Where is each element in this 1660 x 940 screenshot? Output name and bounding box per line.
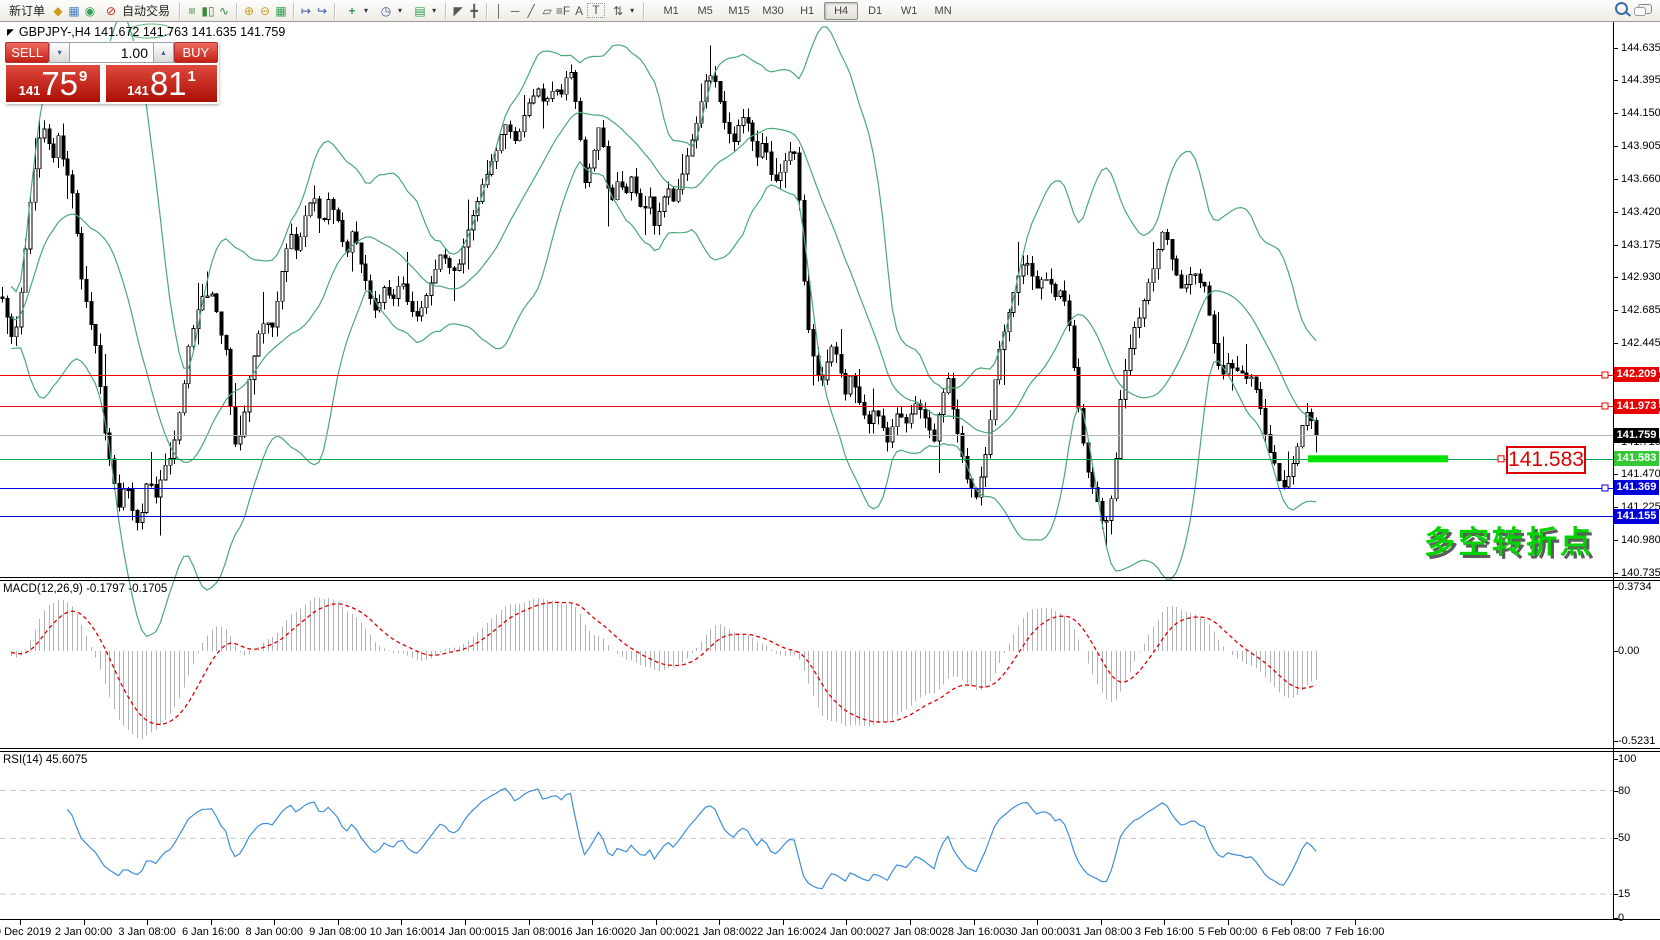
cursor-tool-icon[interactable]: ◤	[450, 3, 466, 19]
templates-button[interactable]: ▤ ▾	[407, 2, 441, 20]
volume-input[interactable]	[70, 42, 153, 63]
tab-timeframe-w1[interactable]: W1	[892, 2, 926, 20]
buy-price-display[interactable]: 141 81 1	[105, 64, 218, 103]
chart-symbol-title: ◤ GBPJPY-,H4 141.672 141.763 141.635 141…	[7, 25, 285, 39]
new-order-label: 新订单	[9, 2, 45, 19]
turning-point-annotation[interactable]: 多空转折点	[1424, 517, 1594, 562]
bar-chart-icon[interactable]: ≡	[184, 3, 200, 19]
main-toolbar: 新订单 ◆ ▦ ◉ ⊘ 自动交易 ≡ ▮▯ ∿ ⊕ ⊖ ▦ ↦ ↪ + ▾ ◷ …	[0, 0, 1660, 22]
toolbar-separator	[334, 3, 335, 19]
tab-timeframe-m30[interactable]: M30	[756, 2, 790, 20]
gold-symbol-icon[interactable]: ◆	[50, 3, 66, 19]
tab-timeframe-h4[interactable]: H4	[824, 2, 858, 20]
toolbar-separator	[236, 3, 237, 19]
symbol-marker-icon: ◤	[7, 27, 14, 37]
sell-price-prefix: 141	[19, 83, 41, 98]
volume-decrease-button[interactable]: ▾	[49, 42, 70, 63]
auto-scroll-icon[interactable]: ↦	[298, 3, 314, 19]
indicators-icon: +	[344, 3, 360, 19]
tab-timeframe-m1[interactable]: M1	[654, 2, 688, 20]
auto-trading-label: 自动交易	[122, 2, 170, 19]
buy-price-pip: 1	[188, 68, 196, 85]
auto-trading-icon: ⊘	[103, 3, 119, 19]
zoom-out-icon[interactable]: ⊖	[257, 3, 273, 19]
templates-icon: ▤	[412, 3, 428, 19]
horizontal-line-tool-icon[interactable]: ─	[507, 3, 523, 19]
tab-timeframe-h1[interactable]: H1	[790, 2, 824, 20]
buy-button[interactable]: BUY	[174, 42, 218, 63]
one-click-trading-panel: SELL ▾ ▴ BUY 141 75 9 141 81 1	[5, 42, 218, 103]
auto-trading-button[interactable]: ⊘ 自动交易	[98, 1, 175, 20]
new-order-button[interactable]: 新订单	[4, 1, 50, 20]
fibonacci-tool-icon[interactable]: ≡F	[555, 3, 571, 19]
arrows-tool-icon: ⇅	[610, 3, 626, 19]
sell-button[interactable]: SELL	[5, 42, 49, 63]
toolbar-separator	[293, 3, 294, 19]
dropdown-arrow-icon: ▾	[630, 6, 634, 15]
symbol-ohlc-text: GBPJPY-,H4 141.672 141.763 141.635 141.7…	[19, 25, 285, 39]
sell-price-display[interactable]: 141 75 9	[5, 64, 101, 103]
toolbar-separator	[179, 3, 180, 19]
arrows-tool-button[interactable]: ⇅ ▾	[605, 2, 639, 20]
line-chart-icon[interactable]: ∿	[216, 3, 232, 19]
tab-timeframe-m15[interactable]: M15	[722, 2, 756, 20]
terminal-window-icon[interactable]: ▦	[66, 3, 82, 19]
sell-price-big: 75	[41, 66, 78, 102]
channel-tool-icon[interactable]: ▱	[539, 3, 555, 19]
dropdown-arrow-icon: ▾	[432, 6, 436, 15]
rsi-label: RSI(14) 45.6075	[3, 754, 87, 766]
dropdown-arrow-icon: ▾	[398, 6, 402, 15]
sell-price-pip: 9	[79, 68, 87, 85]
candlestick-chart-icon[interactable]: ▮▯	[200, 3, 216, 19]
chart-shift-icon[interactable]: ↪	[314, 3, 330, 19]
tab-timeframe-m5[interactable]: M5	[688, 2, 722, 20]
price-callout[interactable]: 141.583	[1506, 446, 1586, 474]
periods-clock-icon: ◷	[378, 3, 394, 19]
signal-icon[interactable]: ◉	[82, 3, 98, 19]
chart-area[interactable]: 144.635144.395144.150143.905143.660143.4…	[0, 22, 1660, 940]
timeframe-group: M1 M5 M15 M30 H1 H4 D1 W1 MN	[654, 2, 960, 20]
crosshair-tool-icon[interactable]: ╋	[466, 3, 482, 19]
buy-price-prefix: 141	[127, 83, 149, 98]
tab-timeframe-d1[interactable]: D1	[858, 2, 892, 20]
toolbar-separator	[445, 3, 446, 19]
vertical-line-tool-icon[interactable]: │	[491, 3, 507, 19]
tab-timeframe-mn[interactable]: MN	[926, 2, 960, 20]
volume-increase-button[interactable]: ▴	[153, 42, 174, 63]
chart-canvas[interactable]	[0, 22, 1660, 940]
label-tool-icon[interactable]: T	[587, 3, 605, 18]
buy-price-big: 81	[150, 66, 187, 102]
dropdown-arrow-icon: ▾	[364, 6, 368, 15]
zoom-in-icon[interactable]: ⊕	[241, 3, 257, 19]
chat-icon[interactable]	[1638, 4, 1652, 14]
macd-label: MACD(12,26,9) -0.1797 -0.1705	[3, 583, 167, 595]
text-tool-icon[interactable]: A	[571, 3, 587, 19]
toolbar-separator	[643, 3, 644, 19]
toolbar-separator	[486, 3, 487, 19]
search-icon[interactable]	[1615, 2, 1628, 15]
periods-button[interactable]: ◷ ▾	[373, 2, 407, 20]
trendline-tool-icon[interactable]: ╱	[523, 3, 539, 19]
tile-windows-icon[interactable]: ▦	[273, 3, 289, 19]
indicators-button[interactable]: + ▾	[339, 2, 373, 20]
